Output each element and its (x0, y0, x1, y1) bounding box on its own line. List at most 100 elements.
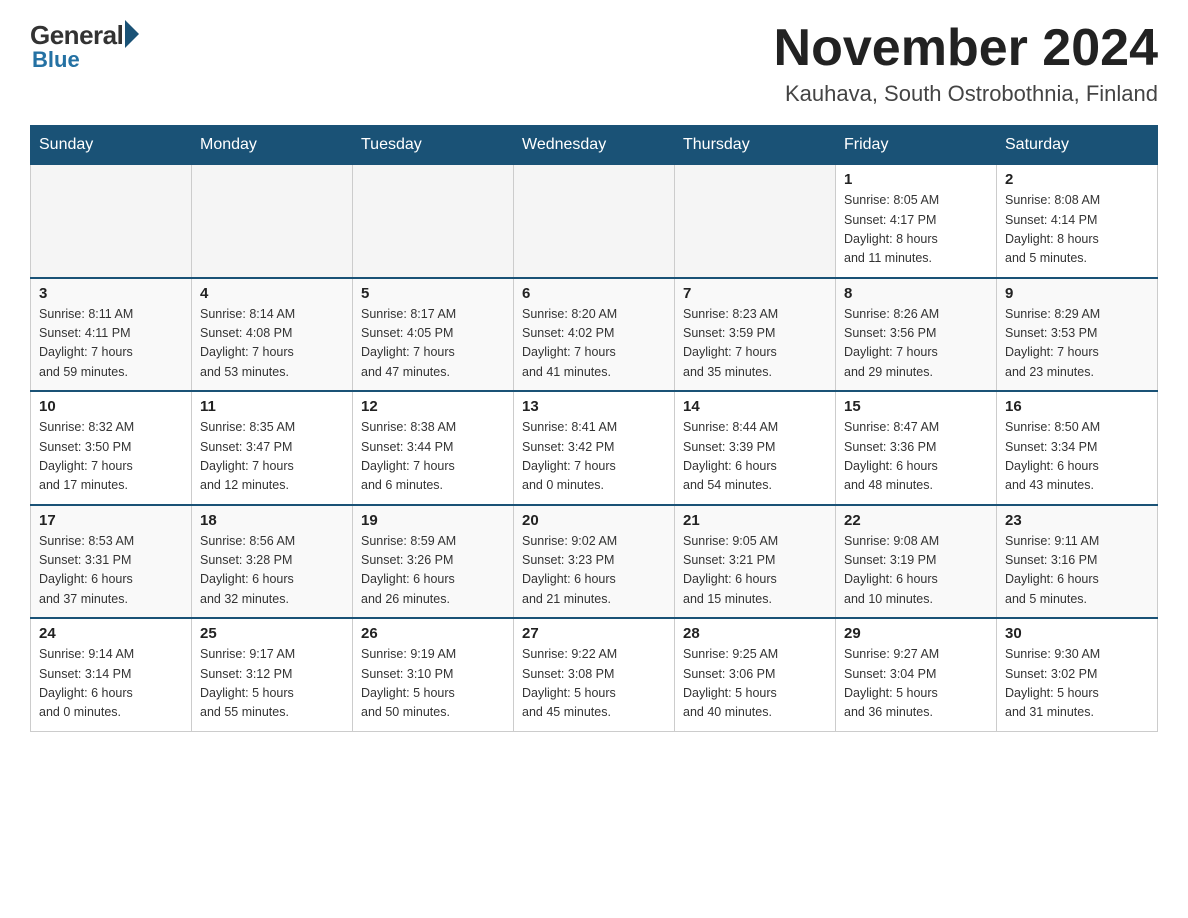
day-info: Sunrise: 8:23 AMSunset: 3:59 PMDaylight:… (683, 307, 778, 379)
day-info: Sunrise: 8:14 AMSunset: 4:08 PMDaylight:… (200, 307, 295, 379)
day-info: Sunrise: 8:05 AMSunset: 4:17 PMDaylight:… (844, 193, 939, 265)
calendar-cell: 30Sunrise: 9:30 AMSunset: 3:02 PMDayligh… (997, 618, 1158, 731)
calendar-cell (31, 165, 192, 278)
day-number: 7 (683, 285, 827, 302)
calendar-cell: 21Sunrise: 9:05 AMSunset: 3:21 PMDayligh… (675, 505, 836, 619)
calendar-cell: 15Sunrise: 8:47 AMSunset: 3:36 PMDayligh… (836, 391, 997, 505)
calendar-cell: 6 Sunrise: 8:20 AMSunset: 4:02 PMDaylight… (514, 278, 675, 392)
day-info: Sunrise: 8:38 AMSunset: 3:44 PMDaylight:… (361, 420, 456, 492)
day-number: 14 (683, 398, 827, 415)
calendar-cell: 3 Sunrise: 8:11 AMSunset: 4:11 PMDaylight… (31, 278, 192, 392)
day-number: 11 (200, 398, 344, 415)
day-number: 18 (200, 512, 344, 529)
weekday-header-sunday: Sunday (31, 126, 192, 165)
calendar-cell: 18 Sunrise: 8:56 AMSunset: 3:28 PMDayligh… (192, 505, 353, 619)
calendar-cell: 28 Sunrise: 9:25 AMSunset: 3:06 PMDayligh… (675, 618, 836, 731)
day-number: 24 (39, 625, 183, 642)
day-info: Sunrise: 8:59 AMSunset: 3:26 PMDaylight:… (361, 534, 456, 606)
day-number: 3 (39, 285, 183, 302)
day-info: Sunrise: 9:11 AMSunset: 3:16 PMDaylight:… (1005, 534, 1099, 606)
calendar-cell: 9 Sunrise: 8:29 AMSunset: 3:53 PMDaylight… (997, 278, 1158, 392)
calendar-cell: 14 Sunrise: 8:44 AMSunset: 3:39 PMDayligh… (675, 391, 836, 505)
day-number: 9 (1005, 285, 1149, 302)
weekday-header-saturday: Saturday (997, 126, 1158, 165)
day-info: Sunrise: 8:56 AMSunset: 3:28 PMDaylight:… (200, 534, 295, 606)
day-number: 19 (361, 512, 505, 529)
day-number: 16 (1005, 398, 1149, 415)
calendar-cell: 8 Sunrise: 8:26 AMSunset: 3:56 PMDaylight… (836, 278, 997, 392)
day-number: 27 (522, 625, 666, 642)
day-info: Sunrise: 9:22 AMSunset: 3:08 PMDaylight:… (522, 647, 617, 719)
day-number: 29 (844, 625, 988, 642)
day-number: 12 (361, 398, 505, 415)
calendar-cell: 23 Sunrise: 9:11 AMSunset: 3:16 PMDayligh… (997, 505, 1158, 619)
weekday-header-thursday: Thursday (675, 126, 836, 165)
day-info: Sunrise: 8:29 AMSunset: 3:53 PMDaylight:… (1005, 307, 1100, 379)
day-info: Sunrise: 9:27 AMSunset: 3:04 PMDaylight:… (844, 647, 939, 719)
day-number: 17 (39, 512, 183, 529)
day-info: Sunrise: 8:08 AMSunset: 4:14 PMDaylight:… (1005, 193, 1100, 265)
header-area: General Blue November 2024 Kauhava, Sout… (30, 20, 1158, 107)
calendar-cell: 4 Sunrise: 8:14 AMSunset: 4:08 PMDaylight… (192, 278, 353, 392)
calendar-cell: 19 Sunrise: 8:59 AMSunset: 3:26 PMDayligh… (353, 505, 514, 619)
day-number: 28 (683, 625, 827, 642)
calendar-table: SundayMondayTuesdayWednesdayThursdayFrid… (30, 125, 1158, 732)
day-number: 10 (39, 398, 183, 415)
weekday-header-tuesday: Tuesday (353, 126, 514, 165)
calendar-cell: 13Sunrise: 8:41 AMSunset: 3:42 PMDayligh… (514, 391, 675, 505)
day-number: 1 (844, 171, 988, 188)
calendar-cell: 1 Sunrise: 8:05 AMSunset: 4:17 PMDaylight… (836, 165, 997, 278)
calendar-cell (514, 165, 675, 278)
calendar-cell: 27 Sunrise: 9:22 AMSunset: 3:08 PMDayligh… (514, 618, 675, 731)
day-number: 4 (200, 285, 344, 302)
day-info: Sunrise: 9:02 AMSunset: 3:23 PMDaylight:… (522, 534, 617, 606)
day-number: 8 (844, 285, 988, 302)
calendar-cell (192, 165, 353, 278)
day-info: Sunrise: 8:20 AMSunset: 4:02 PMDaylight:… (522, 307, 617, 379)
calendar-cell: 25Sunrise: 9:17 AMSunset: 3:12 PMDayligh… (192, 618, 353, 731)
calendar-week-row: 24 Sunrise: 9:14 AMSunset: 3:14 PMDayligh… (31, 618, 1158, 731)
calendar-cell (675, 165, 836, 278)
calendar-cell: 29 Sunrise: 9:27 AMSunset: 3:04 PMDayligh… (836, 618, 997, 731)
logo-blue-text: Blue (32, 47, 80, 73)
weekday-header-monday: Monday (192, 126, 353, 165)
day-info: Sunrise: 8:44 AMSunset: 3:39 PMDaylight:… (683, 420, 778, 492)
calendar-cell: 2 Sunrise: 8:08 AMSunset: 4:14 PMDaylight… (997, 165, 1158, 278)
calendar-week-row: 1 Sunrise: 8:05 AMSunset: 4:17 PMDaylight… (31, 165, 1158, 278)
calendar-cell: 22Sunrise: 9:08 AMSunset: 3:19 PMDayligh… (836, 505, 997, 619)
calendar-cell: 5Sunrise: 8:17 AMSunset: 4:05 PMDaylight… (353, 278, 514, 392)
day-number: 6 (522, 285, 666, 302)
day-number: 23 (1005, 512, 1149, 529)
day-number: 2 (1005, 171, 1149, 188)
day-info: Sunrise: 9:14 AMSunset: 3:14 PMDaylight:… (39, 647, 134, 719)
day-number: 13 (522, 398, 666, 415)
logo: General Blue (30, 20, 139, 73)
calendar-week-row: 3 Sunrise: 8:11 AMSunset: 4:11 PMDaylight… (31, 278, 1158, 392)
day-info: Sunrise: 8:11 AMSunset: 4:11 PMDaylight:… (39, 307, 133, 379)
weekday-header-wednesday: Wednesday (514, 126, 675, 165)
day-info: Sunrise: 8:50 AMSunset: 3:34 PMDaylight:… (1005, 420, 1100, 492)
calendar-cell: 20 Sunrise: 9:02 AMSunset: 3:23 PMDayligh… (514, 505, 675, 619)
day-number: 15 (844, 398, 988, 415)
day-info: Sunrise: 9:30 AMSunset: 3:02 PMDaylight:… (1005, 647, 1100, 719)
calendar-cell: 17Sunrise: 8:53 AMSunset: 3:31 PMDayligh… (31, 505, 192, 619)
calendar-cell: 26 Sunrise: 9:19 AMSunset: 3:10 PMDayligh… (353, 618, 514, 731)
calendar-cell: 24 Sunrise: 9:14 AMSunset: 3:14 PMDayligh… (31, 618, 192, 731)
calendar-week-row: 10Sunrise: 8:32 AMSunset: 3:50 PMDayligh… (31, 391, 1158, 505)
day-info: Sunrise: 9:19 AMSunset: 3:10 PMDaylight:… (361, 647, 456, 719)
day-number: 20 (522, 512, 666, 529)
calendar-week-row: 17Sunrise: 8:53 AMSunset: 3:31 PMDayligh… (31, 505, 1158, 619)
calendar-cell: 7 Sunrise: 8:23 AMSunset: 3:59 PMDaylight… (675, 278, 836, 392)
calendar-cell: 16 Sunrise: 8:50 AMSunset: 3:34 PMDayligh… (997, 391, 1158, 505)
location-title: Kauhava, South Ostrobothnia, Finland (774, 81, 1158, 107)
day-info: Sunrise: 8:35 AMSunset: 3:47 PMDaylight:… (200, 420, 295, 492)
calendar-cell: 10Sunrise: 8:32 AMSunset: 3:50 PMDayligh… (31, 391, 192, 505)
month-title: November 2024 (774, 20, 1158, 77)
day-info: Sunrise: 9:08 AMSunset: 3:19 PMDaylight:… (844, 534, 939, 606)
day-number: 5 (361, 285, 505, 302)
day-number: 21 (683, 512, 827, 529)
day-info: Sunrise: 9:25 AMSunset: 3:06 PMDaylight:… (683, 647, 778, 719)
day-number: 26 (361, 625, 505, 642)
weekday-header-friday: Friday (836, 126, 997, 165)
day-info: Sunrise: 8:26 AMSunset: 3:56 PMDaylight:… (844, 307, 939, 379)
